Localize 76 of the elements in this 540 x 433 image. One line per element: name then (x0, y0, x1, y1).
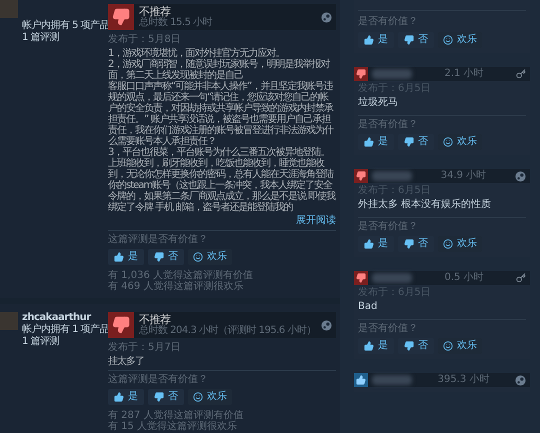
helpful-prompt: 这篇评测是否有价值？ (108, 234, 209, 246)
helpful-prompt: 是否有价值？ (358, 15, 419, 29)
thumbs-down-icon (404, 239, 414, 249)
thumbs-up-icon (114, 252, 124, 262)
review-text: Bad (357, 301, 378, 313)
post-date: 发布于：5月7日 (108, 342, 182, 354)
vote-button[interactable]: 是 (358, 134, 394, 150)
steam-icon (321, 12, 332, 22)
thumbs-down-icon (404, 35, 414, 45)
steam-icon (321, 320, 332, 330)
vote-stat: 有 469 人觉得这篇评测很欢乐 (108, 281, 244, 292)
helpful-prompt: 这篇评测是否有价值？ (108, 374, 209, 386)
blurred-name (372, 273, 412, 283)
vote-button[interactable]: 欢乐 (438, 134, 482, 150)
review-text: 外挂太多 根本没有娱乐的性质 (357, 199, 492, 211)
review-text: 垃圾死马 (357, 97, 399, 109)
smile-icon (443, 341, 453, 351)
review-text: 3，平台也很菜，平台账号为什么三番五次被异地登陆。上班能收到，刷牙能收到，吃饭也能收到，睡觉也能收到，无论你怎样更换你的密码，总有人能在天涯海角登陆你的steam账号（这也跟上一条冲突，我本人绑定了安全令牌的，如果第二条厂商观点成立，那么是不是说 即使我绑定了令牌 手机 邮箱，盗号者还是能登陆我的 (108, 147, 336, 213)
avatar[interactable] (0, 312, 18, 330)
thumbs-up-icon (114, 392, 124, 402)
thumbs-down-icon (154, 252, 164, 262)
blurred-name (372, 375, 412, 385)
smile-icon (443, 137, 453, 147)
vote-button[interactable]: 欢乐 (438, 32, 482, 48)
playtime: 0.5 小时 (443, 272, 485, 284)
blurred-name (372, 171, 412, 181)
vote-button[interactable]: 是 (358, 338, 394, 354)
helpful-prompt: 是否有价值？ (358, 221, 419, 233)
smile-icon (193, 392, 203, 402)
smile-icon (443, 35, 453, 45)
thumbs-up-icon (364, 239, 374, 249)
vote-button[interactable]: 是 (108, 249, 144, 265)
thumbs-down-icon (404, 137, 414, 147)
thumbs-up-icon (364, 137, 374, 147)
post-date: 发布于：5月8日 (108, 34, 182, 46)
vote-button[interactable]: 欢乐 (188, 249, 232, 265)
review-text: 挂太多了 (108, 356, 145, 367)
vote-button[interactable]: 欢乐 (188, 389, 232, 405)
smile-icon (193, 252, 203, 262)
helpful-prompt: 是否有价值？ (358, 323, 419, 335)
vote-button[interactable]: 欢乐 (438, 236, 482, 252)
vote-button[interactable]: 否 (398, 338, 434, 354)
vote-button[interactable]: 否 (148, 389, 184, 405)
vote-button[interactable]: 是 (358, 32, 394, 48)
review-text: 客服口口声声称“可能并非本人操作”，并且坚定我账号违规的观点，最后还来一句“请记住，您应该对您自己的帐户的安全负责，对因劫持或共享帐户导致的游戏内封禁承担责任。” 账户共享没话说，被盗号也需要用户自己承担责任，我在你们游戏注册的账号被冒登进行非法游戏为什么需要账号本人承担责任？ (108, 81, 334, 147)
verdict-title: 不推荐 (139, 6, 171, 17)
verdict-title: 不推荐 (139, 314, 170, 325)
vote-stat: 有 15 人觉得这篇评测很欢乐 (108, 421, 238, 432)
playtime: 总时数 204.3 小时（评测时 195.6 小时） (139, 325, 316, 336)
vote-button[interactable]: 否 (398, 134, 434, 150)
username[interactable]: zhcakaarthur (22, 312, 110, 324)
playtime: 2.1 小时 (443, 68, 485, 80)
review-count[interactable]: 1 篇评测 (22, 336, 110, 348)
vote-button[interactable]: 否 (398, 236, 434, 252)
thumbs-up-icon (364, 341, 374, 351)
thumbs-down-icon (154, 392, 164, 402)
vote-button[interactable]: 是 (358, 236, 394, 252)
playtime: 395.3 小时 (436, 374, 490, 386)
thumbs-down-icon (404, 341, 414, 351)
vote-button[interactable]: 欢乐 (438, 338, 482, 354)
playtime: 总时数 15.5 小时 (139, 17, 214, 28)
thumbs-up-icon (364, 35, 374, 45)
review-text: 1，游戏环境堪忧，面对外挂官方无力应对。 (108, 48, 286, 59)
vote-button[interactable]: 否 (148, 249, 184, 265)
smile-icon (443, 239, 453, 249)
vote-stat: 有 287 人觉得这篇评测有价值 (108, 410, 244, 421)
avatar[interactable] (0, 0, 18, 18)
review-text: 2，游戏厂商弱智，随意误封玩家账号，明明是我举报对面，第二天上线发现被封的是自己 (108, 59, 330, 81)
review-count[interactable]: 1 篇评测 (22, 32, 110, 44)
playtime: 34.9 小时 (440, 170, 488, 182)
helpful-prompt: 是否有价值？ (358, 119, 419, 131)
vote-button[interactable]: 是 (108, 389, 144, 405)
vote-button[interactable]: 否 (398, 32, 434, 48)
blurred-name (372, 69, 412, 79)
vote-stat: 有 1,036 人觉得这篇评测有价值 (108, 270, 254, 281)
expand-link[interactable]: 展开阅读 (296, 215, 336, 227)
